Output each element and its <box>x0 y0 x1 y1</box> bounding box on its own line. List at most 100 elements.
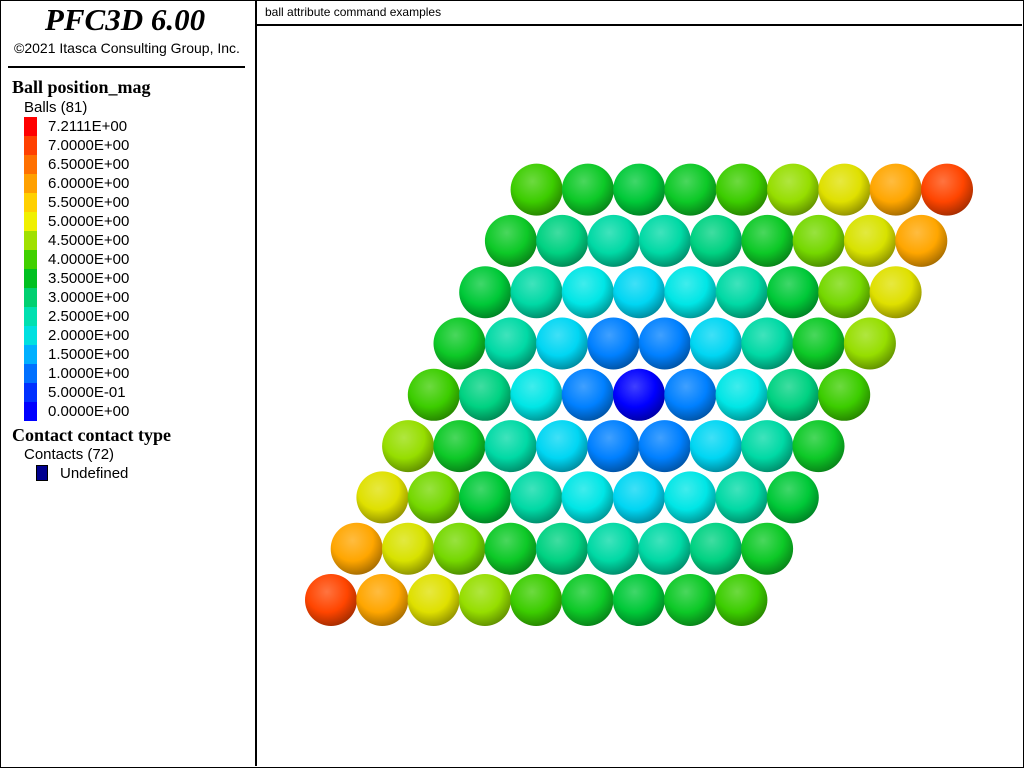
ball <box>407 471 460 524</box>
scale-swatch <box>24 364 37 383</box>
scale-label: 7.0000E+00 <box>48 137 130 154</box>
ball <box>689 522 742 575</box>
scale-swatch <box>24 288 37 307</box>
ball <box>535 522 588 575</box>
ball <box>407 574 460 626</box>
ball <box>664 163 717 216</box>
scale-swatch <box>24 117 37 136</box>
scale-label: 7.2111E+00 <box>48 118 128 135</box>
ball <box>715 471 768 524</box>
ball <box>484 214 537 267</box>
header-divider <box>8 66 245 68</box>
ball <box>484 522 537 575</box>
scale-swatch <box>24 136 37 155</box>
ball <box>895 214 948 267</box>
ball-section-title: Ball position_mag <box>12 77 151 97</box>
ball <box>689 420 742 473</box>
scale-label: 5.0000E+00 <box>48 213 130 230</box>
legend-panel: PFC3D 6.00 ©2021 Itasca Consulting Group… <box>0 0 257 766</box>
ball <box>510 163 563 216</box>
ball-assembly-view[interactable] <box>257 26 1022 766</box>
ball <box>638 317 691 370</box>
ball <box>767 266 819 319</box>
copyright-text: ©2021 Itasca Consulting Group, Inc. <box>14 40 240 56</box>
ball <box>766 368 819 421</box>
scale-swatch <box>24 174 37 193</box>
ball <box>741 317 794 370</box>
scale-swatch <box>24 326 37 345</box>
ball <box>536 317 589 370</box>
ball <box>561 266 614 319</box>
scale-label: 6.0000E+00 <box>48 175 130 192</box>
scale-swatch <box>24 193 37 212</box>
ball <box>843 317 896 370</box>
scale-swatch <box>24 155 37 174</box>
scale-swatch <box>24 212 37 231</box>
contact-type-label: Undefined <box>60 465 129 482</box>
ball <box>741 522 794 575</box>
ball <box>767 163 820 216</box>
ball <box>484 420 537 473</box>
ball <box>510 368 563 421</box>
balls-group <box>305 163 973 626</box>
contact-count-label: Contacts (72) <box>24 446 115 463</box>
ball <box>433 522 486 575</box>
ball <box>741 214 794 267</box>
ball <box>305 574 357 626</box>
scale-label: 4.0000E+00 <box>48 251 130 268</box>
ball <box>536 214 589 267</box>
ball <box>792 214 845 267</box>
ball <box>612 471 665 524</box>
ball <box>510 471 563 524</box>
ball <box>792 420 845 473</box>
ball <box>510 266 563 319</box>
ball <box>715 574 768 626</box>
ball <box>433 420 486 473</box>
ball <box>407 368 460 421</box>
ball <box>561 368 614 421</box>
ball <box>818 266 871 319</box>
scale-label: 4.5000E+00 <box>48 232 130 249</box>
ball <box>638 214 691 267</box>
ball <box>330 522 383 575</box>
scale-label: 1.5000E+00 <box>48 346 130 363</box>
ball <box>613 163 666 216</box>
scale-swatch <box>24 383 37 402</box>
scale-swatch <box>24 345 37 364</box>
ball <box>869 163 922 216</box>
scale-label: 6.5000E+00 <box>48 156 130 173</box>
ball <box>382 522 434 575</box>
ball <box>561 574 614 626</box>
ball <box>792 317 845 370</box>
scale-label: 2.5000E+00 <box>48 308 130 325</box>
plot-area[interactable] <box>257 26 1022 766</box>
ball <box>356 574 409 626</box>
scale-label: 0.0000E+00 <box>48 403 130 420</box>
ball <box>844 214 896 267</box>
scale-label: 3.0000E+00 <box>48 289 130 306</box>
ball <box>638 522 691 575</box>
app-title: PFC3D 6.00 <box>44 2 206 37</box>
ball <box>715 266 768 319</box>
ball <box>921 163 973 216</box>
ball <box>664 368 717 421</box>
ball <box>433 317 486 370</box>
ball <box>638 420 691 473</box>
ball <box>459 471 511 524</box>
ball-count-label: Balls (81) <box>24 99 88 116</box>
ball <box>715 368 768 421</box>
ball <box>459 368 512 421</box>
ball <box>690 214 743 267</box>
plot-header: ball attribute command examples <box>257 0 1022 26</box>
ball <box>484 317 537 370</box>
contact-section-title: Contact contact type <box>12 425 171 445</box>
ball <box>587 420 640 473</box>
scale-label: 3.5000E+00 <box>48 270 130 287</box>
ball <box>766 471 819 524</box>
ball <box>536 420 588 473</box>
scale-swatch <box>24 231 37 250</box>
ball <box>612 574 665 626</box>
scale-swatch <box>24 402 37 421</box>
scale-label: 5.0000E-01 <box>48 384 126 401</box>
ball <box>510 574 563 626</box>
